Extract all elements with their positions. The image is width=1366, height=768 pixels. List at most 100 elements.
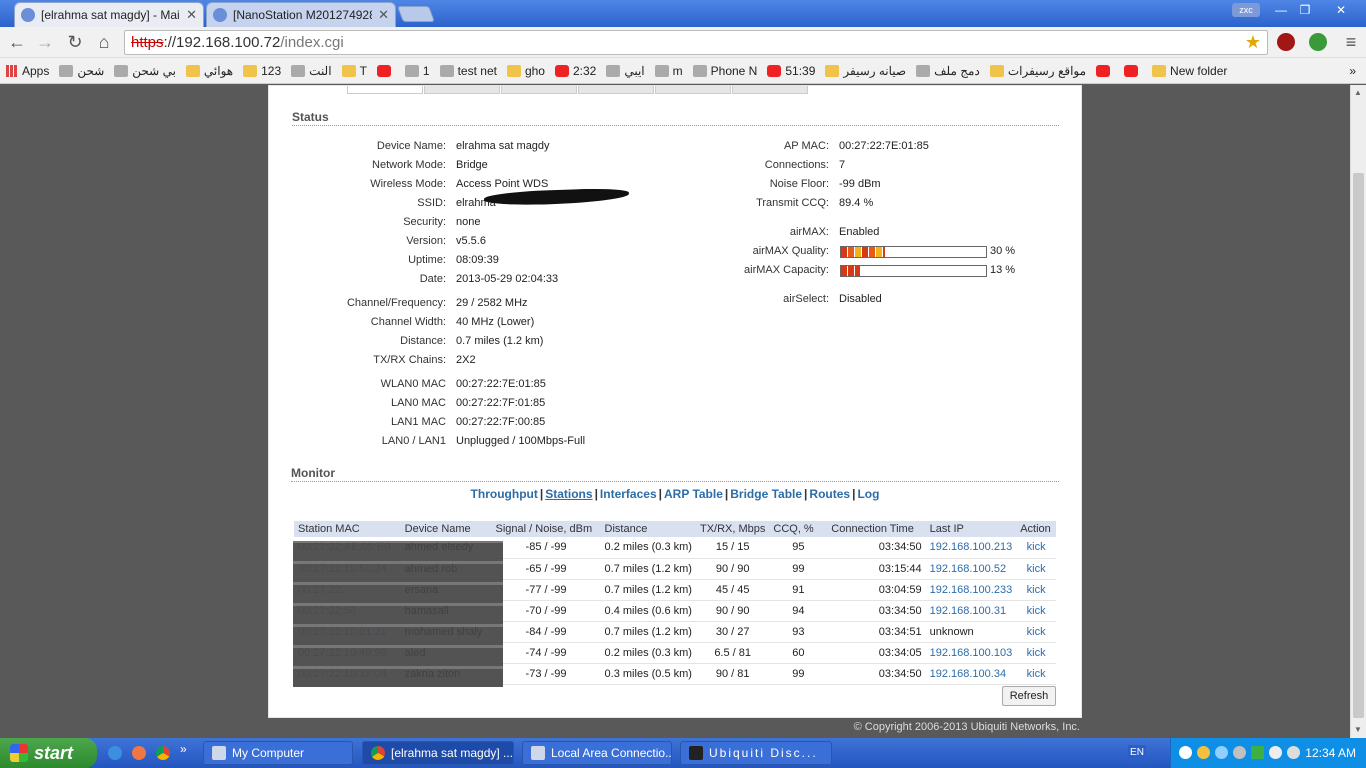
- scroll-up-icon[interactable]: ▲: [1354, 88, 1362, 97]
- tray-app-icon[interactable]: [1197, 746, 1210, 759]
- kick-link[interactable]: kick: [1016, 663, 1056, 685]
- bookmark-item[interactable]: [1124, 64, 1142, 77]
- bookmark-item[interactable]: ايبي: [606, 64, 645, 78]
- tab-network[interactable]: [501, 86, 577, 94]
- tab-services[interactable]: [655, 86, 731, 94]
- column-header[interactable]: Connection Time: [827, 521, 926, 537]
- bookmark-item[interactable]: test net: [439, 64, 497, 78]
- tray-monitor-icon[interactable]: [1215, 746, 1228, 759]
- bookmark-item[interactable]: New folder: [1152, 64, 1227, 78]
- bookmark-item[interactable]: بي شحن: [114, 64, 176, 78]
- language-indicator[interactable]: EN: [1128, 745, 1146, 761]
- bookmark-item[interactable]: Apps: [6, 64, 49, 78]
- minimize-icon[interactable]: —: [1272, 1, 1290, 19]
- bookmark-item[interactable]: دمج ملف: [916, 64, 980, 78]
- restore-icon[interactable]: ❐: [1296, 1, 1314, 19]
- bookmark-item[interactable]: gho: [506, 64, 545, 78]
- taskbar-local-area-connection[interactable]: Local Area Connectio...: [522, 741, 672, 765]
- bookmark-item[interactable]: [376, 64, 395, 77]
- kick-link[interactable]: kick: [1016, 579, 1056, 601]
- new-tab-button[interactable]: [397, 6, 435, 22]
- bookmark-item[interactable]: 1: [404, 64, 430, 78]
- volume-icon[interactable]: [1287, 746, 1300, 759]
- kick-link[interactable]: kick: [1016, 600, 1056, 622]
- browser-toolbar: ← → ↻ ⌂ https://192.168.100.72/index.cgi…: [0, 27, 1366, 58]
- url-path: /index.cgi: [280, 34, 344, 51]
- monitor-link-arp-table[interactable]: ARP Table: [664, 487, 723, 501]
- start-button[interactable]: start: [0, 738, 97, 768]
- bookmark-item[interactable]: 51:39: [767, 64, 815, 78]
- chrome-quicklaunch-icon[interactable]: [156, 746, 170, 760]
- kick-link[interactable]: kick: [1016, 642, 1056, 664]
- scroll-down-icon[interactable]: ▼: [1354, 725, 1362, 734]
- skype-icon[interactable]: [1179, 746, 1192, 759]
- bookmarks-overflow-icon[interactable]: »: [1349, 64, 1356, 78]
- last-ip-link[interactable]: 192.168.100.52: [925, 558, 1017, 580]
- bookmark-item[interactable]: مواقع رسيفرات: [989, 64, 1086, 78]
- quicklaunch-more-icon[interactable]: »: [180, 742, 187, 756]
- column-header[interactable]: Station MAC: [294, 521, 401, 537]
- tab-advanced[interactable]: [578, 86, 654, 94]
- kick-link[interactable]: kick: [1016, 621, 1056, 643]
- address-bar[interactable]: https://192.168.100.72/index.cgi: [124, 30, 1268, 55]
- tab-system[interactable]: [732, 86, 808, 94]
- monitor-link-log[interactable]: Log: [857, 487, 879, 501]
- home-icon[interactable]: ⌂: [93, 31, 115, 53]
- column-header[interactable]: Signal / Noise, dBm: [491, 521, 601, 537]
- bookmark-item[interactable]: [1096, 64, 1114, 77]
- bookmark-item[interactable]: m: [654, 64, 683, 78]
- kick-link[interactable]: kick: [1016, 558, 1056, 580]
- bookmark-item[interactable]: هوائي: [185, 64, 233, 78]
- vertical-scrollbar[interactable]: ▲ ▼: [1350, 85, 1366, 738]
- windows-taskbar: start » My Computer [elrahma sat magdy] …: [0, 738, 1366, 768]
- reload-icon[interactable]: ↻: [64, 31, 86, 53]
- monitor-link-routes[interactable]: Routes: [809, 487, 850, 501]
- tray-usb-icon[interactable]: [1233, 746, 1246, 759]
- monitor-link-interfaces[interactable]: Interfaces: [600, 487, 657, 501]
- taskbar-ubiquiti-discovery[interactable]: Ubiquiti Disc...: [680, 741, 832, 765]
- tab-nanostation[interactable]: [NanoStation M20127492838 ✕: [206, 2, 396, 27]
- scrollbar-thumb[interactable]: [1353, 173, 1364, 718]
- bookmark-item[interactable]: النت: [291, 64, 332, 78]
- bookmark-item[interactable]: صيانه رسيفر: [825, 64, 906, 78]
- monitor-link-stations[interactable]: Stations: [545, 487, 592, 501]
- last-ip-link[interactable]: 192.168.100.31: [925, 600, 1017, 622]
- bookmark-item[interactable]: شحن: [59, 64, 104, 78]
- globe-extension-icon[interactable]: [1309, 33, 1327, 51]
- media-quicklaunch-icon[interactable]: [132, 746, 146, 760]
- tab-wireless[interactable]: [424, 86, 500, 94]
- tray-warning-icon[interactable]: [1251, 746, 1264, 759]
- taskbar-chrome-window[interactable]: [elrahma sat magdy] ...: [362, 741, 514, 765]
- close-icon[interactable]: ✕: [378, 7, 389, 23]
- network-tray-icon[interactable]: [1269, 746, 1282, 759]
- monitor-link-throughput[interactable]: Throughput: [471, 487, 538, 501]
- last-ip-link[interactable]: 192.168.100.233: [925, 579, 1017, 601]
- tab-main[interactable]: [347, 86, 423, 94]
- last-ip-link[interactable]: 192.168.100.34: [925, 663, 1017, 685]
- back-arrow-icon[interactable]: ←: [6, 31, 28, 53]
- column-header[interactable]: Last IP: [925, 521, 1017, 537]
- column-header[interactable]: TX/RX, Mbps: [695, 521, 770, 537]
- ublock-icon[interactable]: [1277, 33, 1295, 51]
- forward-arrow-icon[interactable]: →: [34, 31, 56, 53]
- last-ip-link[interactable]: 192.168.100.213: [925, 537, 1017, 559]
- taskbar-my-computer[interactable]: My Computer: [203, 741, 353, 765]
- column-header[interactable]: Device Name: [400, 521, 492, 537]
- monitor-link-bridge-table[interactable]: Bridge Table: [730, 487, 802, 501]
- bookmark-item[interactable]: T: [341, 64, 367, 78]
- bookmark-item[interactable]: Phone N: [692, 64, 757, 78]
- ie-quicklaunch-icon[interactable]: [108, 746, 122, 760]
- menu-icon[interactable]: ≡: [1340, 31, 1362, 53]
- refresh-button[interactable]: Refresh: [1002, 686, 1056, 706]
- tab-elrahma-main[interactable]: [elrahma sat magdy] - Main ✕: [14, 2, 204, 27]
- column-header[interactable]: Action: [1016, 521, 1056, 537]
- column-header[interactable]: Distance: [600, 521, 696, 537]
- kick-link[interactable]: kick: [1016, 537, 1056, 559]
- last-ip-link[interactable]: 192.168.100.103: [925, 642, 1017, 664]
- close-icon[interactable]: ✕: [186, 7, 197, 23]
- star-icon[interactable]: ★: [1242, 31, 1264, 53]
- bookmark-item[interactable]: 123: [243, 64, 281, 78]
- close-window-icon[interactable]: ✕: [1330, 1, 1352, 19]
- bookmark-item[interactable]: 2:32: [554, 64, 596, 78]
- column-header[interactable]: CCQ, %: [769, 521, 828, 537]
